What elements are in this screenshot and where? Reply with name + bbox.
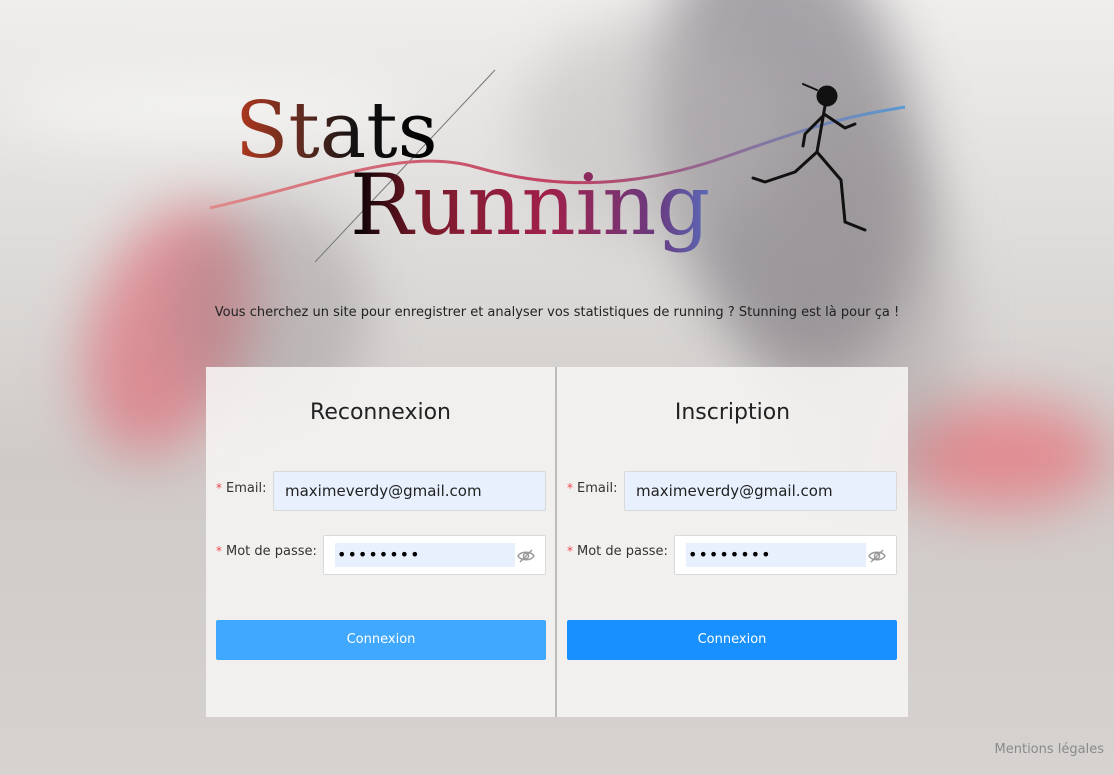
required-marker: *: [216, 481, 222, 495]
login-password-label: * Mot de passe:: [216, 544, 317, 559]
tagline: Vous cherchez un site pour enregistrer e…: [214, 305, 900, 320]
login-email-input[interactable]: maximeverdy@gmail.com: [273, 471, 546, 511]
login-password-value[interactable]: ••••••••: [335, 543, 515, 567]
login-email-label: * Email:: [216, 481, 267, 496]
eye-invisible-icon[interactable]: [517, 547, 535, 565]
signup-password-value[interactable]: ••••••••: [686, 543, 866, 567]
login-panel: Reconnexion * Email: maximeverdy@gmail.co…: [206, 367, 557, 717]
legal-notice-link[interactable]: Mentions légales: [995, 742, 1104, 757]
required-marker: *: [216, 544, 222, 558]
stats-running-logo: Stats Running: [205, 62, 915, 272]
signup-submit-button[interactable]: Connexion: [567, 620, 897, 660]
required-marker: *: [567, 544, 573, 558]
signup-password-label: * Mot de passe:: [567, 544, 668, 559]
signup-title: Inscription: [674, 400, 791, 425]
auth-panels: Reconnexion * Email: maximeverdy@gmail.co…: [206, 367, 908, 717]
required-marker: *: [567, 481, 573, 495]
signup-password-input[interactable]: ••••••••: [674, 535, 897, 575]
runner-icon: [751, 83, 867, 232]
login-password-input[interactable]: ••••••••: [323, 535, 546, 575]
login-title: Reconnexion: [310, 400, 451, 425]
signup-email-label: * Email:: [567, 481, 618, 496]
signup-email-input[interactable]: maximeverdy@gmail.com: [624, 471, 897, 511]
logo-word-running: Running: [350, 156, 710, 254]
signup-panel: Inscription * Email: maximeverdy@gmail.co…: [557, 367, 908, 717]
eye-invisible-icon[interactable]: [868, 547, 886, 565]
login-submit-button[interactable]: Connexion: [216, 620, 546, 660]
